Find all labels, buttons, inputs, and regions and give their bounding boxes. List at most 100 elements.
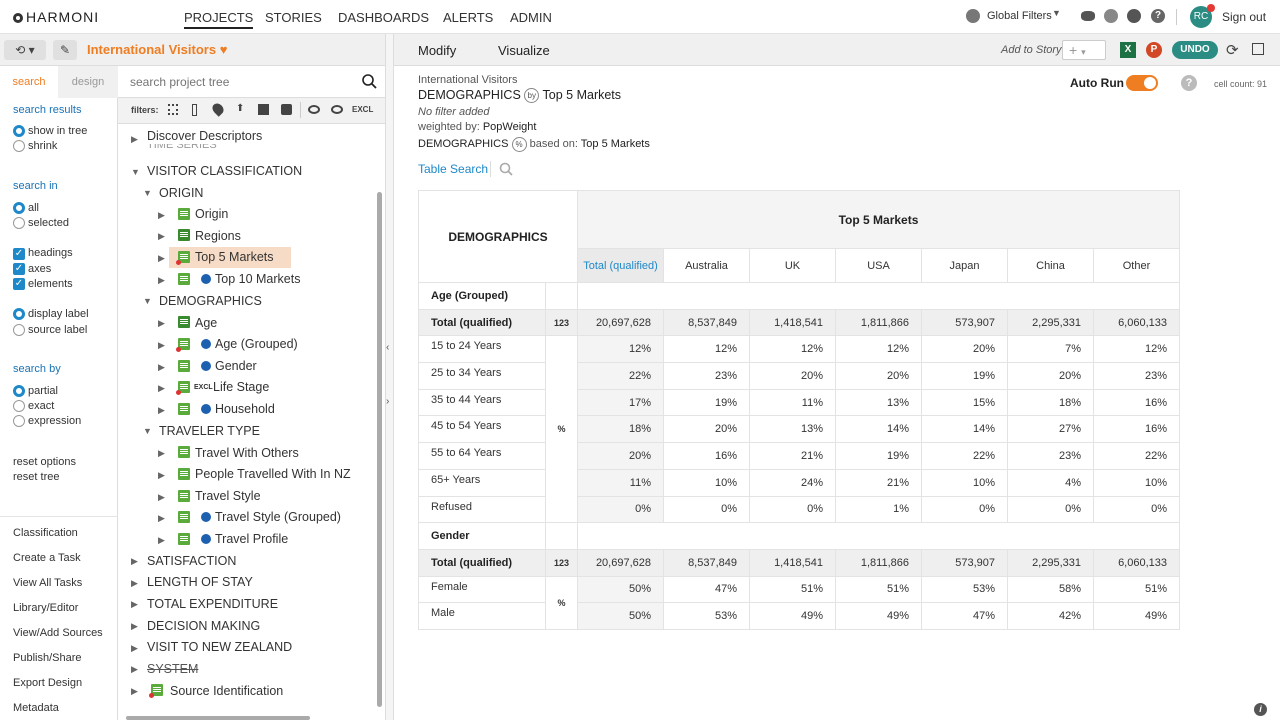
collapse-left-icon[interactable]: ‹ [386, 342, 389, 353]
tab-design[interactable]: design [58, 66, 118, 98]
headings-checkbox[interactable]: ✓ [13, 248, 25, 260]
tree-item-regions[interactable]: Regions [195, 229, 241, 243]
tree-item-gender[interactable]: Gender [215, 359, 257, 373]
tree-item-traveler-type[interactable]: TRAVELER TYPE [159, 424, 260, 438]
tree-vertical-scrollbar[interactable] [377, 192, 382, 707]
expand-arrow-icon[interactable]: ▶ [131, 664, 138, 675]
expand-arrow-icon[interactable]: ▶ [158, 231, 165, 242]
expand-arrow-icon[interactable]: ▶ [158, 383, 165, 394]
tree-item-system[interactable]: SYSTEM [147, 662, 198, 676]
expand-arrow-icon[interactable]: ▶ [131, 578, 138, 589]
contrast-icon[interactable] [1127, 9, 1141, 23]
tree-item-travel-profile[interactable]: Travel Profile [215, 532, 288, 546]
expand-arrow-icon[interactable]: ▶ [158, 340, 165, 351]
tree-item-age[interactable]: Age [195, 316, 217, 330]
tree-item-household[interactable]: Household [215, 402, 275, 416]
tree-item-visit-to-nz[interactable]: VISIT TO NEW ZEALAND [147, 640, 292, 654]
history-icon[interactable]: ⟲ ▾ [4, 40, 46, 60]
tree-item-origin-folder[interactable]: ORIGIN [159, 186, 203, 200]
excel-icon[interactable]: X [1120, 42, 1136, 58]
column-filter-icon[interactable] [192, 104, 197, 116]
expand-right-icon[interactable]: › [386, 396, 389, 407]
tree-item-source-identification[interactable]: Source Identification [170, 684, 283, 698]
expression-radio[interactable] [13, 415, 25, 427]
tree-item-travel-style-grouped[interactable]: Travel Style (Grouped) [215, 510, 341, 524]
harmoni-logo[interactable]: HARMONI [12, 9, 99, 25]
reset-options-link[interactable]: reset options [13, 456, 76, 468]
show-in-tree-radio[interactable] [13, 125, 25, 137]
collapse-arrow-icon[interactable]: ▼ [143, 188, 152, 198]
tree-item-discover-descriptors[interactable]: Discover Descriptors [147, 129, 262, 143]
reset-tree-link[interactable]: reset tree [13, 471, 59, 483]
popout-icon[interactable] [1252, 43, 1264, 55]
expand-arrow-icon[interactable]: ▶ [131, 599, 138, 610]
expand-arrow-icon[interactable]: ▶ [158, 362, 165, 373]
nav-stories[interactable]: STORIES [265, 10, 322, 25]
tree-item-top-10-markets[interactable]: Top 10 Markets [215, 272, 300, 286]
export-filter-icon[interactable] [281, 104, 292, 115]
expand-arrow-icon[interactable]: ▶ [158, 275, 165, 286]
tab-modify[interactable]: Modify [418, 43, 456, 58]
location-filter-icon[interactable] [210, 101, 226, 117]
tree-item-visitor-classification[interactable]: VISITOR CLASSIFICATION [147, 164, 302, 178]
collapse-arrow-icon[interactable]: ▼ [131, 167, 140, 177]
tab-visualize[interactable]: Visualize [498, 43, 550, 58]
chevron-down-icon[interactable]: ▾ [1081, 47, 1086, 57]
tree-item-time-series[interactable]: TIME SERIES [147, 144, 217, 150]
link-metadata[interactable]: Metadata [13, 702, 59, 714]
tree-item-travel-with-others[interactable]: Travel With Others [195, 446, 299, 460]
tree-item-age-grouped[interactable]: Age (Grouped) [215, 337, 298, 351]
column-header[interactable]: Australia [663, 248, 750, 283]
expand-arrow-icon[interactable]: ▶ [131, 134, 138, 145]
link-classification[interactable]: Classification [13, 527, 78, 539]
search-input[interactable] [130, 73, 350, 91]
tree-item-demographics-folder[interactable]: DEMOGRAPHICS [159, 294, 262, 308]
axes-checkbox[interactable]: ✓ [13, 263, 25, 275]
expand-arrow-icon[interactable]: ▶ [131, 556, 138, 567]
help-icon[interactable]: ? [1151, 9, 1165, 23]
column-header[interactable]: USA [835, 248, 922, 283]
expand-arrow-icon[interactable]: ▶ [158, 535, 165, 546]
tree-item-travel-style[interactable]: Travel Style [195, 489, 261, 503]
elements-checkbox[interactable]: ✓ [13, 278, 25, 290]
tree-item-satisfaction[interactable]: SATISFACTION [147, 554, 236, 568]
info-icon[interactable]: i [1254, 703, 1267, 716]
table-search-link[interactable]: Table Search [418, 162, 488, 176]
global-filters-button[interactable]: Global Filters [987, 10, 1052, 22]
expand-arrow-icon[interactable]: ▶ [131, 686, 138, 697]
all-radio[interactable] [13, 202, 25, 214]
expand-arrow-icon[interactable]: ▶ [158, 448, 165, 459]
exact-radio[interactable] [13, 400, 25, 412]
tree-item-total-expenditure[interactable]: TOTAL EXPENDITURE [147, 597, 278, 611]
auto-run-toggle[interactable] [1126, 75, 1158, 91]
help-icon[interactable]: ? [1181, 75, 1197, 91]
column-header[interactable]: China [1007, 248, 1094, 283]
tree-item-people-travelled-with[interactable]: People Travelled With In NZ [195, 467, 351, 481]
edit-icon[interactable]: ✎ [53, 40, 77, 60]
eye-off-icon[interactable] [331, 105, 343, 114]
tree-item-top-5-markets[interactable]: Top 5 Markets [195, 250, 274, 264]
panel-splitter[interactable]: ‹ › [385, 34, 394, 720]
column-header[interactable]: Japan [921, 248, 1008, 283]
nav-alerts[interactable]: ALERTS [443, 10, 493, 25]
folder-filter-icon[interactable] [258, 104, 269, 115]
powerpoint-icon[interactable]: P [1146, 42, 1162, 58]
eye-icon[interactable] [1081, 11, 1095, 21]
globe-icon[interactable] [966, 9, 980, 23]
nav-dashboards[interactable]: DASHBOARDS [338, 10, 429, 25]
nav-projects[interactable]: PROJECTS [184, 10, 254, 29]
link-create-task[interactable]: Create a Task [13, 552, 81, 564]
tree-item-origin[interactable]: Origin [195, 207, 228, 221]
tree-item-decision-making[interactable]: DECISION MAKING [147, 619, 260, 633]
search-icon[interactable] [361, 73, 377, 89]
link-view-all-tasks[interactable]: View All Tasks [13, 577, 82, 589]
sort-filter-icon[interactable]: ⬆ [236, 103, 244, 114]
add-to-story-button[interactable]: + ▾ [1062, 40, 1106, 60]
undo-button[interactable]: UNDO [1172, 41, 1218, 59]
shrink-radio[interactable] [13, 140, 25, 152]
sign-out-link[interactable]: Sign out [1222, 10, 1266, 24]
expand-arrow-icon[interactable]: ▶ [131, 621, 138, 632]
grid-filter-icon[interactable] [168, 104, 178, 115]
expand-arrow-icon[interactable]: ▶ [158, 318, 165, 329]
collapse-arrow-icon[interactable]: ▼ [143, 426, 152, 436]
